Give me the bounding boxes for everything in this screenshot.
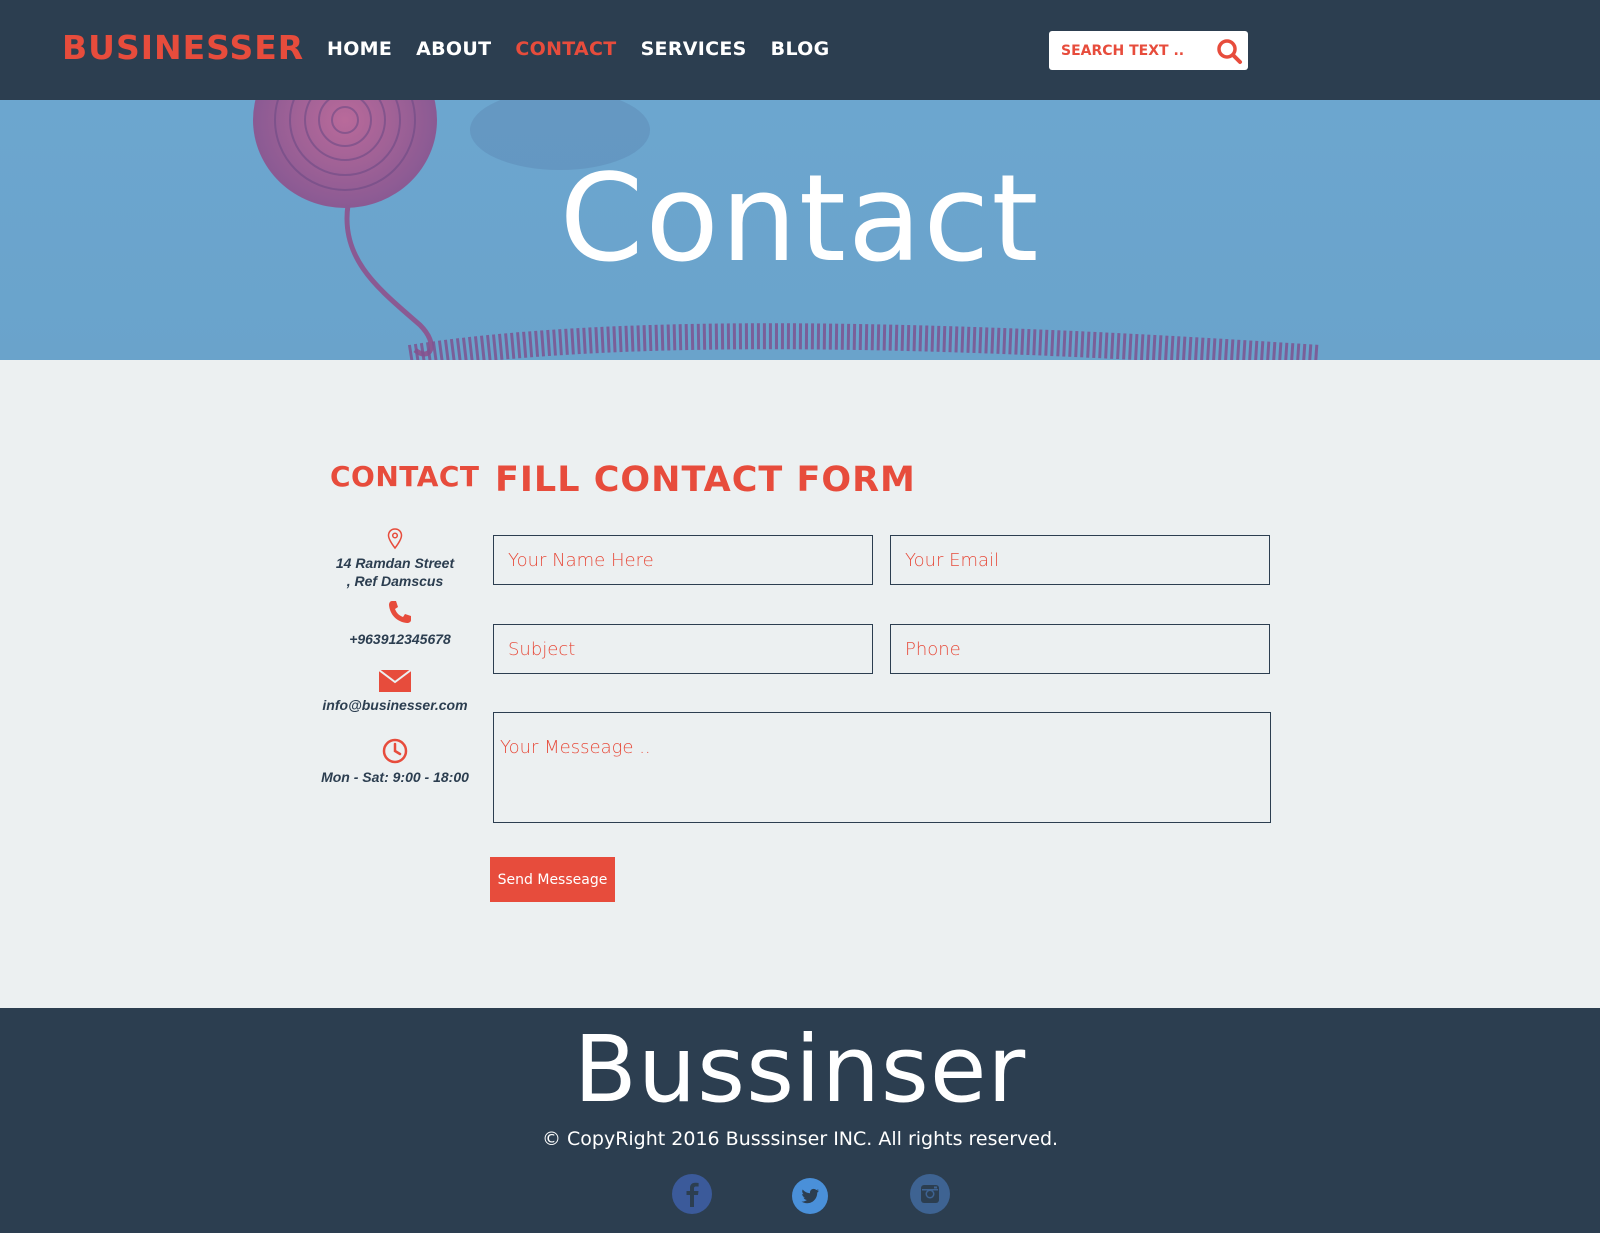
subject-field[interactable] (493, 624, 873, 674)
header: BUSINESSER HOME ABOUT CONTACT SERVICES B… (0, 0, 1600, 100)
email-field[interactable] (890, 535, 1270, 585)
send-message-button[interactable]: Send Messeage (490, 857, 615, 902)
search-icon[interactable] (1215, 37, 1243, 65)
address-text: 14 Ramdan Street , Ref Damscus (335, 555, 455, 589)
contact-section-title: CONTACT (330, 460, 480, 493)
footer: Bussinser © CopyRight 2016 Busssinser IN… (0, 1008, 1600, 1233)
hours-text: Mon - Sat: 9:00 - 18:00 (321, 769, 469, 785)
nav-blog[interactable]: BLOG (771, 38, 830, 60)
clock-icon (382, 738, 408, 764)
search-box (1049, 31, 1248, 70)
message-field[interactable] (493, 712, 1271, 823)
page-title: Contact (559, 150, 1041, 289)
phone-icon (389, 601, 411, 623)
search-input[interactable] (1059, 39, 1213, 63)
facebook-icon[interactable] (672, 1174, 712, 1214)
form-title: FILL CONTACT FORM (495, 460, 916, 500)
phone-field[interactable] (890, 624, 1270, 674)
copyright-text: © CopyRight 2016 Busssinser INC. All rig… (541, 1128, 1059, 1150)
instagram-icon[interactable] (910, 1174, 950, 1214)
nav-home[interactable]: HOME (327, 38, 392, 60)
hours-block: Mon - Sat: 9:00 - 18:00 (315, 738, 475, 786)
nav-services[interactable]: SERVICES (641, 38, 747, 60)
hero-banner: Contact (0, 100, 1600, 360)
email-text: info@businesser.com (322, 697, 468, 713)
map-pin-icon (387, 528, 403, 550)
name-field[interactable] (493, 535, 873, 585)
email-block: info@businesser.com (315, 670, 475, 714)
envelope-icon (379, 670, 411, 692)
address-block: 14 Ramdan Street , Ref Damscus (315, 528, 475, 590)
phone-text: +963912345678 (349, 631, 451, 647)
nav-about[interactable]: ABOUT (416, 38, 491, 60)
twitter-icon[interactable] (792, 1178, 828, 1214)
footer-brand: Bussinser (573, 1016, 1027, 1123)
main-nav: HOME ABOUT CONTACT SERVICES BLOG (327, 38, 854, 60)
brand-logo[interactable]: BUSINESSER (62, 28, 304, 67)
phone-block: +963912345678 (320, 598, 480, 648)
nav-contact[interactable]: CONTACT (515, 38, 616, 60)
